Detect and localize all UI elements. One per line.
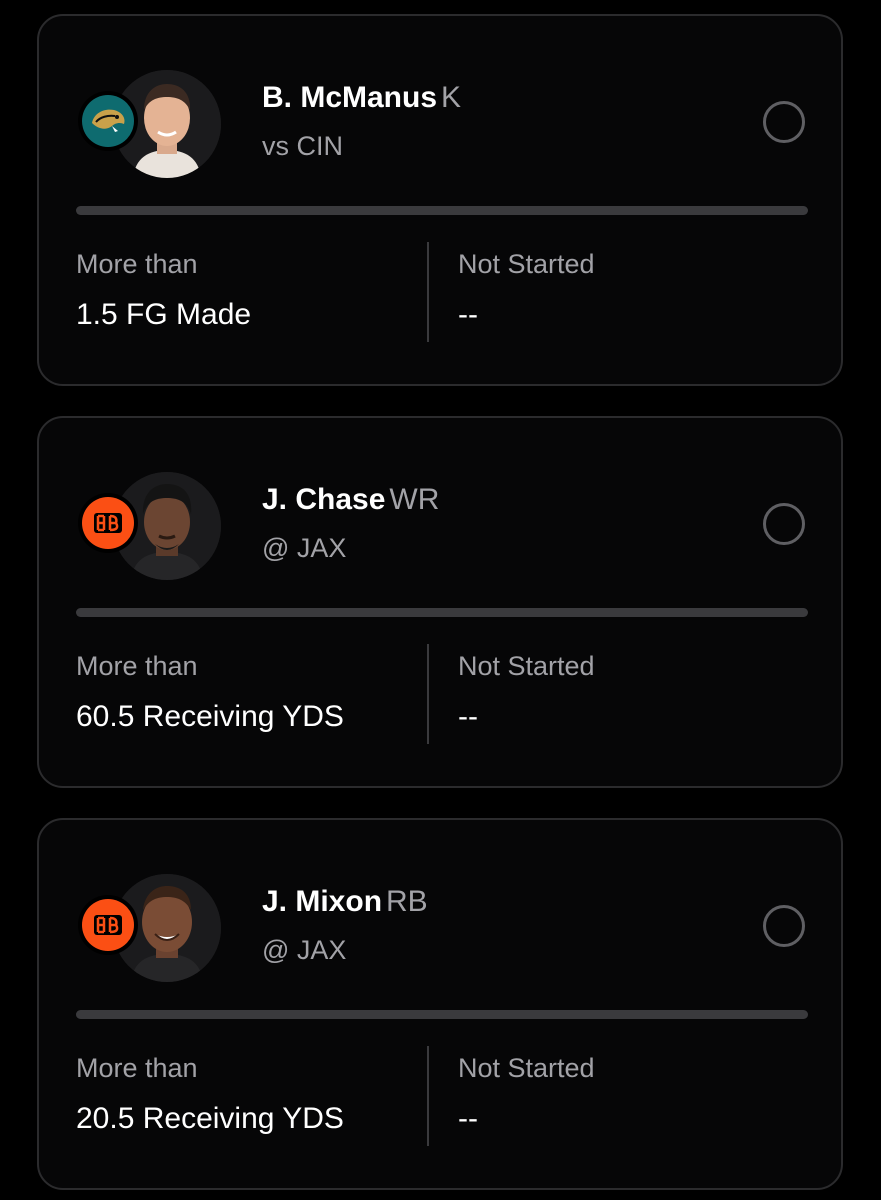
progress-bar	[76, 1010, 808, 1019]
game-status: Not Started	[458, 1053, 595, 1083]
team-logo	[78, 493, 138, 553]
player-name: J. Chase	[262, 483, 386, 516]
progress-bar	[76, 608, 808, 617]
over-under-label: More than	[76, 1053, 198, 1083]
game-status: Not Started	[458, 651, 595, 681]
team-logo	[78, 91, 138, 151]
pick-card[interactable]: J. Chase WR @ JAX More than 60.5 Receivin…	[37, 416, 843, 788]
progress-bar	[76, 206, 808, 215]
player-position: WR	[389, 483, 440, 516]
pick-card[interactable]: B. McManus K vs CIN More than 1.5 FG Made…	[37, 14, 843, 386]
matchup: vs CIN	[262, 131, 343, 161]
select-radio[interactable]	[763, 503, 805, 545]
jaguars-logo-icon	[82, 95, 134, 147]
player-info: B. McManus K	[262, 80, 461, 116]
current-stat-value: --	[458, 700, 478, 733]
team-logo	[78, 895, 138, 955]
game-status: Not Started	[458, 249, 595, 279]
select-radio[interactable]	[763, 905, 805, 947]
player-name: J. Mixon	[262, 885, 383, 918]
stat-line: 60.5 Receiving YDS	[76, 700, 344, 733]
select-radio[interactable]	[763, 101, 805, 143]
over-under-label: More than	[76, 249, 198, 279]
player-position: K	[441, 81, 462, 114]
player-info: J. Mixon RB	[262, 884, 428, 920]
player-position: RB	[386, 885, 428, 918]
current-stat-value: --	[458, 298, 478, 331]
over-under-label: More than	[76, 651, 198, 681]
divider	[427, 1046, 429, 1146]
player-info: J. Chase WR	[262, 482, 439, 518]
matchup: @ JAX	[262, 533, 347, 563]
divider	[427, 644, 429, 744]
stat-line: 20.5 Receiving YDS	[76, 1102, 344, 1135]
stat-line: 1.5 FG Made	[76, 298, 252, 331]
current-stat-value: --	[458, 1102, 478, 1135]
player-name: B. McManus	[262, 81, 438, 114]
pick-card[interactable]: J. Mixon RB @ JAX More than 20.5 Receivin…	[37, 818, 843, 1190]
bengals-logo-icon	[82, 899, 134, 951]
divider	[427, 242, 429, 342]
bengals-logo-icon	[82, 497, 134, 549]
matchup: @ JAX	[262, 935, 347, 965]
pick-list: B. McManus K vs CIN More than 1.5 FG Made…	[0, 0, 881, 1200]
